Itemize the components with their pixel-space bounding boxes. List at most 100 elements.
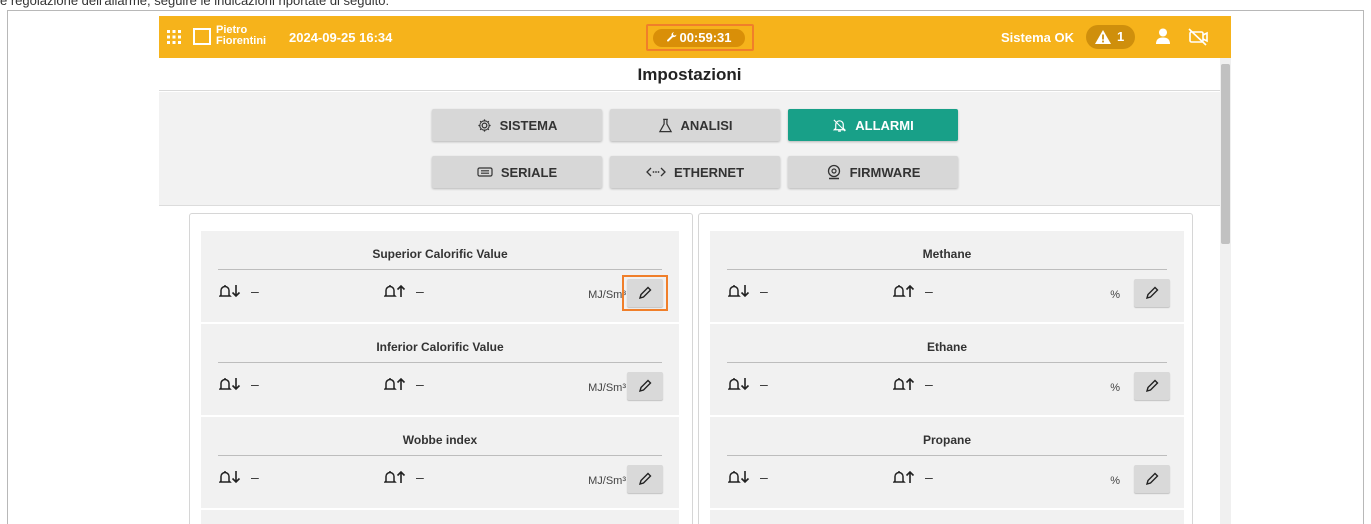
alarm-card: Wobbe index – – MJ/Sm³: [201, 417, 679, 508]
unit-label: %: [1110, 382, 1120, 394]
low-value: –: [251, 283, 259, 299]
alarm-name: Superior Calorific Value: [372, 247, 508, 261]
timer-value: 00:59:31: [679, 30, 732, 45]
video-off-icon[interactable]: [1188, 28, 1208, 51]
bell-up-icon: [893, 470, 915, 483]
bell-down-icon: [219, 471, 241, 484]
bell-down-icon: [219, 285, 241, 298]
top-bar: Pietro Fiorentini 2024-09-25 16:34 00:59…: [159, 16, 1231, 58]
bell-down-icon: [728, 285, 750, 298]
alarm-card-partial: [710, 510, 1184, 524]
tab-label: ETHERNET: [673, 164, 745, 180]
flask-icon: [658, 118, 672, 132]
bell-up-icon: [384, 284, 406, 297]
edit-button[interactable]: [627, 372, 663, 400]
high-value: –: [416, 469, 424, 485]
high-value: –: [925, 469, 933, 485]
tab-allarmi[interactable]: ALLARMI: [788, 109, 958, 141]
bell-up-icon: [893, 377, 915, 390]
unit-label: MJ/Sm³: [588, 475, 626, 487]
bell-up-icon: [384, 470, 406, 483]
alert-count: 1: [1117, 29, 1125, 44]
tab-seriale[interactable]: SERIALE: [432, 156, 602, 188]
tab-analisi[interactable]: ANALISI: [610, 109, 780, 141]
bell-icon: [833, 119, 847, 132]
low-threshold: –: [728, 469, 768, 485]
edit-button[interactable]: [1134, 372, 1170, 400]
alarm-card: Superior Calorific Value – – MJ/Sm³: [201, 231, 679, 322]
settings-tabs: SISTEMA ANALISI ALLARMI SERIALE ETHERNET…: [159, 92, 1220, 206]
logo-mark-icon: [193, 28, 211, 45]
high-threshold: –: [893, 469, 933, 485]
alarm-card: Methane – – %: [710, 231, 1184, 322]
alarms-panel-right: Methane – – % Ethane – – % Propane – – %: [698, 213, 1193, 524]
low-threshold: –: [728, 283, 768, 299]
pencil-icon: [1145, 472, 1159, 486]
gear-icon: [478, 118, 491, 132]
low-value: –: [760, 376, 768, 392]
high-value: –: [416, 376, 424, 392]
high-threshold: –: [893, 376, 933, 392]
user-icon[interactable]: [1154, 27, 1172, 50]
tab-ethernet[interactable]: ETHERNET: [610, 156, 780, 188]
high-threshold: –: [384, 469, 424, 485]
alarm-card-partial: [201, 510, 679, 524]
pencil-icon: [638, 286, 652, 300]
serial-icon: [477, 167, 493, 177]
high-value: –: [925, 376, 933, 392]
alarm-name: Propane: [922, 433, 971, 447]
low-value: –: [760, 469, 768, 485]
tab-firmware[interactable]: FIRMWARE: [788, 156, 958, 188]
tab-label: ANALISI: [680, 117, 733, 133]
warning-icon: [1095, 30, 1111, 44]
datetime: 2024-09-25 16:34: [289, 30, 393, 45]
edit-button[interactable]: [1134, 279, 1170, 307]
high-threshold: –: [384, 376, 424, 392]
pencil-icon: [638, 379, 652, 393]
low-value: –: [251, 469, 259, 485]
alarm-card: Ethane – – %: [710, 324, 1184, 415]
tab-label: SISTEMA: [499, 117, 558, 133]
page-header: Impostazioni: [159, 58, 1220, 91]
apps-grid-icon[interactable]: [167, 30, 181, 44]
bell-up-icon: [893, 284, 915, 297]
pencil-icon: [1145, 286, 1159, 300]
high-value: –: [416, 283, 424, 299]
pencil-icon: [638, 472, 652, 486]
bell-up-icon: [384, 377, 406, 390]
tab-label: SERIALE: [500, 164, 558, 180]
low-value: –: [251, 376, 259, 392]
edit-button[interactable]: [1134, 465, 1170, 493]
page-caption: e regolazione dell'allarme, seguire le i…: [0, 0, 390, 8]
high-threshold: –: [893, 283, 933, 299]
bell-down-icon: [728, 378, 750, 391]
tab-label: FIRMWARE: [849, 164, 921, 180]
alarm-card: Propane – – %: [710, 417, 1184, 508]
bell-down-icon: [219, 378, 241, 391]
alarm-name: Methane: [922, 247, 972, 261]
edit-button[interactable]: [627, 465, 663, 493]
high-threshold: –: [384, 283, 424, 299]
brand-logo: Pietro Fiorentini: [193, 25, 277, 49]
scrollbar-thumb[interactable]: [1221, 64, 1230, 244]
pencil-icon: [1145, 379, 1159, 393]
high-value: –: [925, 283, 933, 299]
unit-label: MJ/Sm³: [588, 289, 626, 301]
low-threshold: –: [219, 469, 259, 485]
unit-label: %: [1110, 475, 1120, 487]
alarm-name: Inferior Calorific Value: [376, 340, 504, 354]
tab-sistema[interactable]: SISTEMA: [432, 109, 602, 141]
unit-label: %: [1110, 289, 1120, 301]
page-title: Impostazioni: [637, 65, 742, 84]
timer-highlight: 00:59:31: [646, 24, 754, 51]
alert-badge[interactable]: 1: [1086, 25, 1135, 49]
low-threshold: –: [728, 376, 768, 392]
unit-label: MJ/Sm³: [588, 382, 626, 394]
edit-button[interactable]: [627, 279, 663, 307]
session-timer[interactable]: 00:59:31: [653, 29, 745, 47]
system-status: Sistema OK: [1001, 30, 1074, 45]
vertical-scrollbar[interactable]: [1220, 58, 1231, 524]
alarm-name: Ethane: [926, 340, 967, 354]
wrench-icon: [667, 32, 677, 42]
alarms-panel-left: Superior Calorific Value – – MJ/Sm³ Infe…: [189, 213, 693, 524]
